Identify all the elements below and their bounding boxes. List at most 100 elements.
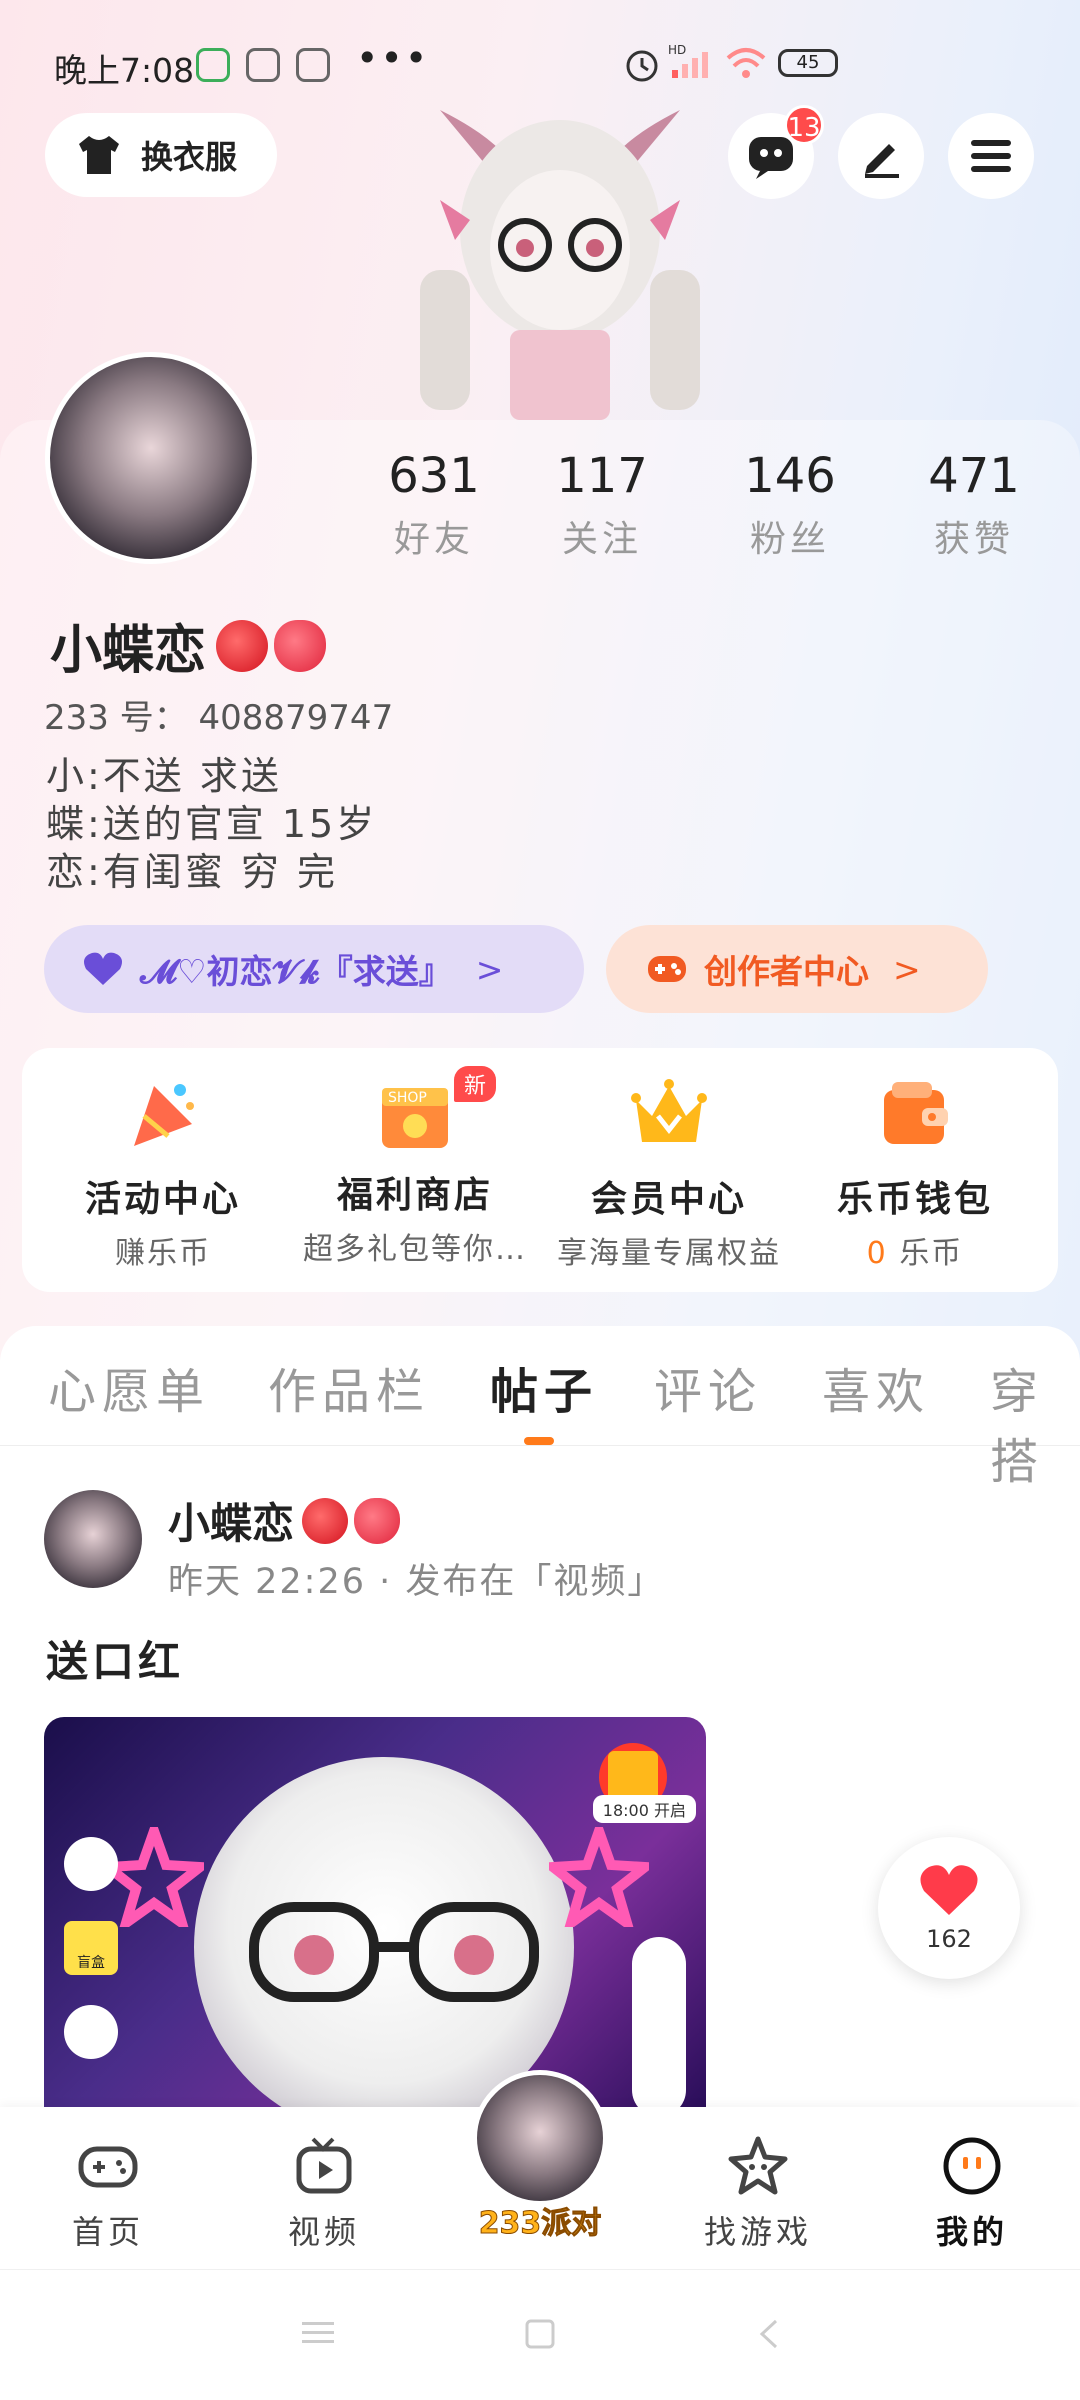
battery-indicator: 45 xyxy=(778,49,838,77)
app-notification-icon xyxy=(246,48,280,82)
stat-friends[interactable]: 631 好友 xyxy=(354,448,514,562)
tab-comments[interactable]: 评论 xyxy=(654,1352,762,1422)
nav-party-avatar[interactable] xyxy=(472,2070,608,2206)
nav-me-label: 我的 xyxy=(935,2213,1008,2251)
post-author-avatar[interactable] xyxy=(44,1490,142,1588)
stat-likes[interactable]: 471 获赞 xyxy=(894,448,1054,562)
nav-video[interactable]: 视频 xyxy=(254,2135,394,2253)
group-link-button[interactable]: 𝓜♡初恋𝓥𝓴『求送』 > xyxy=(44,925,584,1013)
app-notification-icon xyxy=(296,48,330,82)
messages-button[interactable]: 13 xyxy=(728,105,824,199)
nav-find-games[interactable]: 找游戏 xyxy=(688,2135,828,2253)
tv-icon xyxy=(296,2137,352,2194)
activity-center-item[interactable]: 活动中心 赚乐币 xyxy=(38,1076,288,1272)
menu-button[interactable] xyxy=(948,113,1034,199)
gamepad-icon xyxy=(78,2146,138,2188)
wifi-icon xyxy=(726,48,766,78)
stat-value: 471 xyxy=(928,448,1020,504)
party-popper-icon xyxy=(134,1084,194,1146)
system-navigation-bar xyxy=(0,2269,1080,2400)
apple-emoji-icon xyxy=(302,1497,349,1544)
stat-following[interactable]: 117 关注 xyxy=(522,448,682,562)
post-author-name: 小蝶恋 xyxy=(168,1499,295,1548)
stat-value: 631 xyxy=(388,448,480,504)
tab-outfits[interactable]: 穿搭 xyxy=(990,1352,1080,1492)
tab-works[interactable]: 作品栏 xyxy=(268,1352,430,1422)
avatar-character[interactable] xyxy=(400,90,720,420)
camera-icon xyxy=(64,1837,118,1891)
stat-followers[interactable]: 146 粉丝 xyxy=(710,448,870,562)
tab-posts[interactable]: 帖子 xyxy=(490,1352,598,1422)
shop-sign-text: SHOP xyxy=(388,1090,427,1106)
tab-likes[interactable]: 喜欢 xyxy=(822,1352,930,1422)
stat-label: 关注 xyxy=(561,519,642,560)
tab-wishlist[interactable]: 心愿单 xyxy=(48,1352,210,1422)
coin-balance: 0 xyxy=(866,1236,888,1271)
change-outfit-button[interactable]: 换衣服 xyxy=(45,113,277,197)
profile-username: 小蝶恋 xyxy=(50,608,327,683)
alarm-icon xyxy=(626,50,658,82)
active-tab-indicator xyxy=(524,1437,554,1445)
user-id[interactable]: 233 号： 408879747 xyxy=(44,690,393,739)
profile-bio: 小:不送 求送 蝶:送的官宣 15岁 恋:有闺蜜 穷 完 xyxy=(46,754,378,894)
svg-text:HD: HD xyxy=(668,43,686,57)
creator-center-button[interactable]: 创作者中心 > xyxy=(606,925,988,1013)
heart-icon xyxy=(920,1865,978,1915)
stat-value: 117 xyxy=(556,448,648,504)
quick-menu: 活动中心 赚乐币 SHOP 新 福利商店 超多礼包等你… 会员中心 享海量专属权… xyxy=(22,1048,1058,1292)
smile-icon xyxy=(943,2137,1001,2195)
chevron-right-icon: > xyxy=(893,949,921,989)
stat-label: 获赞 xyxy=(933,519,1014,560)
profile-avatar[interactable] xyxy=(45,352,257,564)
nav-video-label: 视频 xyxy=(287,2213,360,2251)
nav-party-label[interactable]: 233派对 xyxy=(470,2198,610,2242)
event-start-time: 18:00 开启 xyxy=(592,1795,696,1823)
message-count-badge: 13 xyxy=(784,105,824,145)
coin-wallet-item[interactable]: 乐币钱包 0 乐币 xyxy=(790,1076,1040,1272)
post-author[interactable]: 小蝶恋 xyxy=(168,1490,401,1551)
glasses-graphic xyxy=(249,1902,539,2002)
gamepad-icon xyxy=(648,956,686,982)
back-arrow-icon[interactable] xyxy=(756,2318,780,2350)
strawberry-emoji-icon xyxy=(354,1497,401,1544)
app-notification-icon xyxy=(196,48,230,82)
stat-label: 粉丝 xyxy=(749,519,830,560)
shirt-icon xyxy=(79,136,119,174)
edit-profile-button[interactable] xyxy=(838,113,924,199)
status-app-icons xyxy=(196,48,330,82)
nav-me[interactable]: 我的 xyxy=(902,2135,1042,2253)
id-card-icon xyxy=(64,2005,118,2059)
post-text: 送口红 xyxy=(46,1637,185,1686)
wallet-icon xyxy=(884,1082,948,1144)
floating-like-button[interactable]: 162 xyxy=(878,1837,1020,1979)
welfare-shop-title: 福利商店 xyxy=(336,1175,493,1216)
welfare-shop-subtitle: 超多礼包等你… xyxy=(303,1232,527,1267)
star-face-icon xyxy=(728,2136,788,2195)
nav-find-games-label: 找游戏 xyxy=(703,2213,812,2251)
stat-label: 好友 xyxy=(393,519,474,560)
coin-unit: 乐币 xyxy=(899,1236,964,1271)
post-meta: 昨天 22:26 · 发布在「视频」 xyxy=(168,1562,665,1602)
heart-icon xyxy=(84,952,122,985)
signal-icon: HD xyxy=(668,43,708,78)
stat-value: 146 xyxy=(744,448,836,504)
star-decoration xyxy=(549,1827,649,1927)
home-square-icon[interactable] xyxy=(524,2318,556,2350)
creator-center-label: 创作者中心 xyxy=(704,952,869,991)
new-badge: 新 xyxy=(453,1066,496,1102)
welfare-shop-item[interactable]: SHOP 新 福利商店 超多礼包等你… xyxy=(290,1066,540,1268)
hamburger-menu-icon xyxy=(971,140,1011,172)
blind-box-label: 盲盒 xyxy=(77,1955,105,1971)
recent-apps-icon[interactable] xyxy=(300,2318,336,2348)
vip-center-item[interactable]: 会员中心 享海量专属权益 xyxy=(544,1076,794,1272)
star-decoration xyxy=(104,1827,204,1927)
crown-icon xyxy=(631,1079,707,1142)
coin-wallet-subtitle: 0 乐币 xyxy=(790,1228,1040,1272)
profile-tabs: 心愿单 作品栏 帖子 评论 喜欢 穿搭 xyxy=(0,1326,1080,1490)
status-more-icon: ••• xyxy=(356,36,430,80)
nav-home-label: 首页 xyxy=(71,2213,144,2251)
vip-center-title: 会员中心 xyxy=(590,1179,747,1220)
status-time: 晚上7:08 xyxy=(54,51,195,90)
nav-home[interactable]: 首页 xyxy=(38,2135,178,2253)
post-image[interactable]: 盲盒 18:00 开启 xyxy=(44,1717,706,2107)
